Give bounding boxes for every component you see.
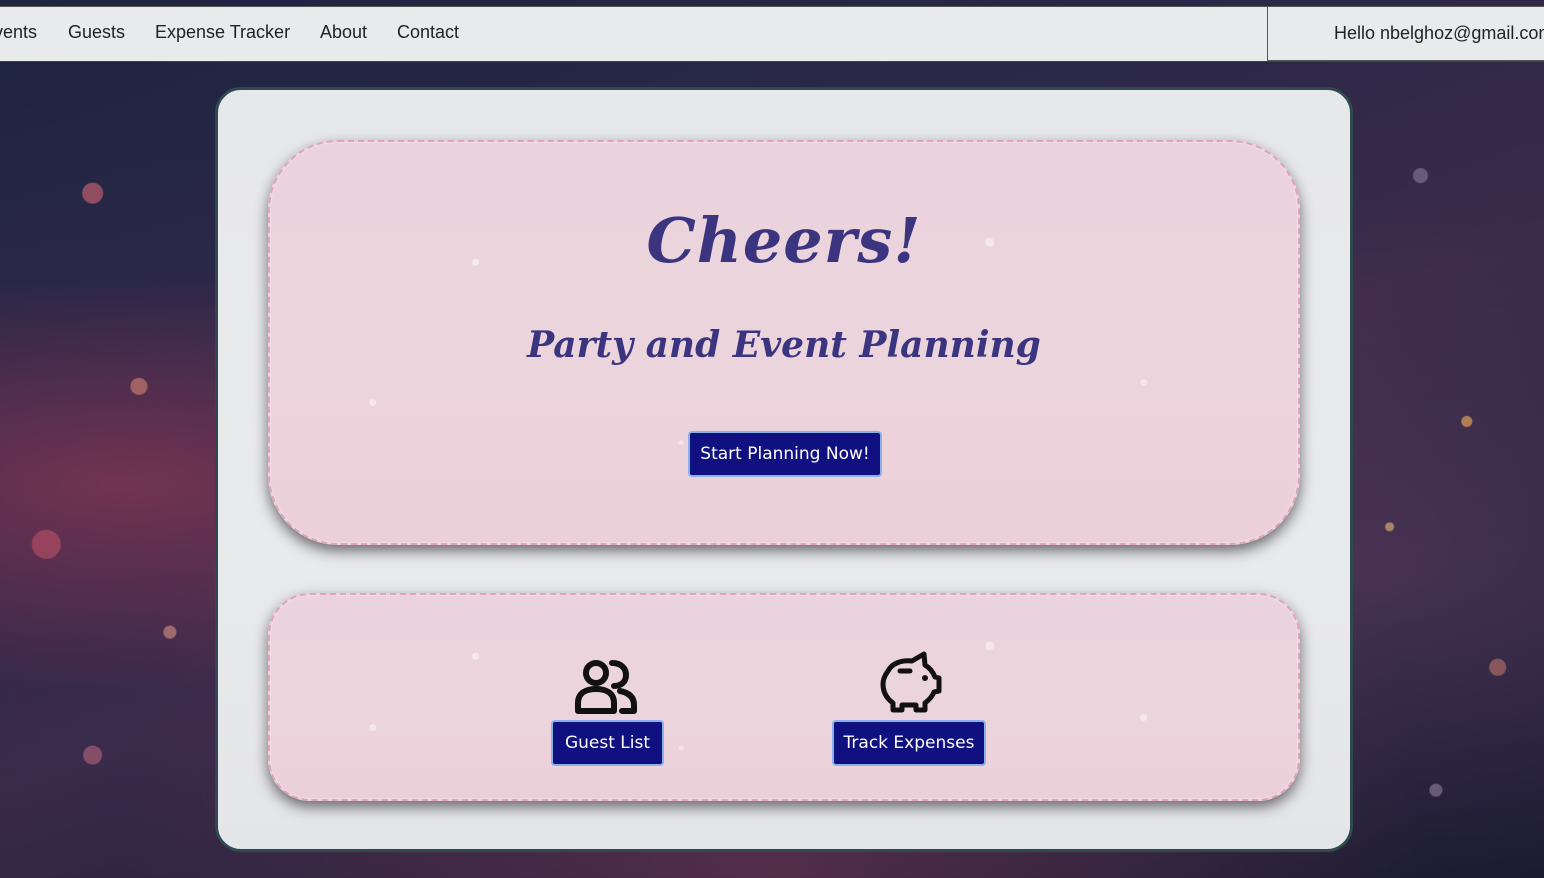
piggy-bank-icon	[880, 651, 942, 713]
track-expenses-button[interactable]: Track Expenses	[832, 720, 986, 766]
nav-link-about[interactable]: About	[320, 22, 367, 43]
main-card: Cheers! Party and Event Planning Start P…	[215, 87, 1353, 852]
nav-link-contact[interactable]: Contact	[397, 22, 459, 43]
user-greeting: Hello nbelghoz@gmail.com	[1334, 23, 1544, 43]
hero-subtitle: Party and Event Planning	[527, 324, 1041, 366]
hero-panel: Cheers! Party and Event Planning Start P…	[268, 140, 1300, 545]
user-account-box[interactable]: Hello nbelghoz@gmail.com	[1267, 7, 1544, 61]
nav-link-expense-tracker[interactable]: Expense Tracker	[155, 22, 290, 43]
start-planning-button[interactable]: Start Planning Now!	[688, 431, 882, 477]
nav-link-events[interactable]: vents	[0, 22, 37, 43]
hero-title: Cheers!	[646, 204, 922, 277]
nav-link-guests[interactable]: Guests	[68, 22, 125, 43]
people-icon	[575, 660, 637, 714]
features-panel: Guest List Track Expenses	[268, 593, 1300, 801]
top-navbar: vents Guests Expense Tracker About Conta…	[0, 6, 1544, 62]
guest-list-button[interactable]: Guest List	[551, 720, 664, 766]
